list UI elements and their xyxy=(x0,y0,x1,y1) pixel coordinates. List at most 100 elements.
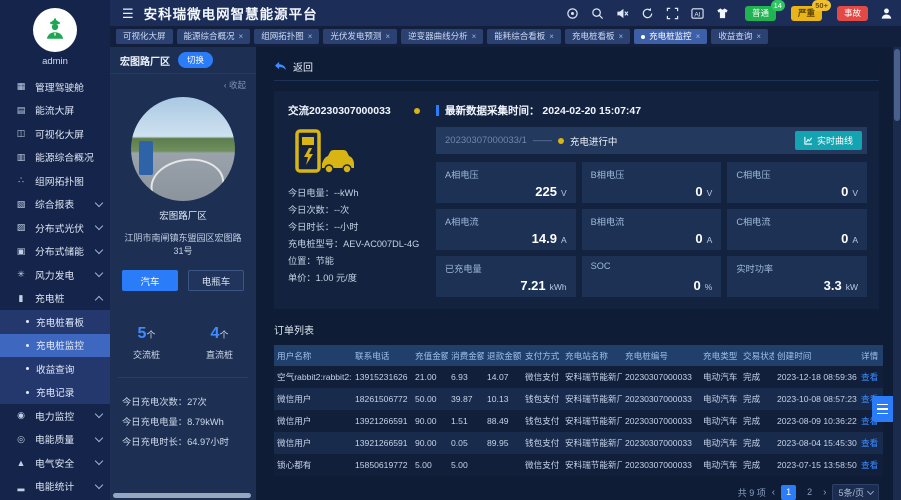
charging-submenu: 充电桩看板 充电桩监控 收益查询 充电记录 xyxy=(0,310,110,404)
close-icon[interactable]: × xyxy=(385,29,390,44)
mute-icon[interactable] xyxy=(616,6,630,20)
hamburger-menu-icon[interactable]: ☰ xyxy=(122,7,134,20)
submenu-charging-records[interactable]: 充电记录 xyxy=(0,381,110,405)
accent-bar xyxy=(436,105,439,116)
chevron-down-icon xyxy=(95,410,103,418)
page-size-select[interactable]: 5条/页 xyxy=(832,484,879,500)
tab-pv-forecast[interactable]: 光伏发电预测× xyxy=(323,29,397,44)
sidebar-item-visual-screen[interactable]: ◫可视化大屏 xyxy=(0,122,110,146)
horizontal-scrollbar[interactable] xyxy=(113,493,251,498)
close-icon[interactable]: × xyxy=(239,29,244,44)
collapse-panel-button[interactable]: ‹ 收起 xyxy=(110,74,256,93)
alarm-badge-severe[interactable]: 严重50+ xyxy=(791,6,822,21)
submenu-income-query[interactable]: 收益查询 xyxy=(0,357,110,381)
vehicle-tab-car[interactable]: 汽车 xyxy=(122,270,178,291)
close-icon[interactable]: × xyxy=(696,29,701,44)
sidebar-item-charging[interactable]: ▮充电桩 xyxy=(0,287,110,311)
search-icon[interactable] xyxy=(591,6,605,20)
station-header: 宏图路厂区 切换 xyxy=(110,47,256,74)
tab-topology[interactable]: 组网拓扑图× xyxy=(254,29,319,44)
next-page-button[interactable]: › xyxy=(823,487,826,498)
gun-code: 20230307000033/1 xyxy=(445,135,527,146)
top-header: ☰ 安科瑞微电网智慧能源平台 AI 普通14 严重50+ 事故 xyxy=(110,0,901,26)
sidebar-nav: ▦管理驾驶舱 ▤能流大屏 ◫可视化大屏 ▥能源综合概况 ∴组网拓扑图 ▧综合报表… xyxy=(0,75,110,498)
battery-icon: ▣ xyxy=(14,246,28,257)
submenu-charging-monitor[interactable]: 充电桩监控 xyxy=(0,334,110,358)
tab-income-query[interactable]: 收益查询× xyxy=(711,29,768,44)
pile-location: 位置：节能 xyxy=(288,253,420,270)
pv-icon: ▨ xyxy=(14,222,28,233)
tab-energy-overview[interactable]: 能源综合概况× xyxy=(177,29,251,44)
header-actions: AI 普通14 严重50+ 事故 xyxy=(566,6,893,21)
prev-page-button[interactable]: ‹ xyxy=(772,487,775,498)
pagination-total: 共 9 项 xyxy=(738,486,766,499)
side-drawer-toggle-button[interactable] xyxy=(872,396,893,422)
power-icon: ◉ xyxy=(14,410,28,421)
gun-status: 充电进行中 xyxy=(570,134,618,148)
user-profile: admin xyxy=(0,0,110,67)
sidebar-item-storage[interactable]: ▣分布式储能 xyxy=(0,240,110,264)
gun-status-bar: 20230307000033/1 —— 充电进行中 实时曲线 xyxy=(436,127,867,154)
chevron-down-icon xyxy=(95,434,103,442)
sidebar-item-wind[interactable]: ✳风力发电 xyxy=(0,263,110,287)
table-row: 锁心都有158506197725.005.00微信支付安科瑞节能新厂202303… xyxy=(274,454,883,476)
chevron-down-icon xyxy=(95,481,103,489)
fullscreen-icon[interactable] xyxy=(666,6,680,20)
tab-energy-board[interactable]: 能耗综合看板× xyxy=(487,29,561,44)
page-2-button[interactable]: 2 xyxy=(802,485,817,500)
alarm-badge-accident[interactable]: 事故 xyxy=(837,6,868,21)
metric-voltage-b: B相电压0V xyxy=(582,162,722,203)
close-icon[interactable]: × xyxy=(472,29,477,44)
close-icon[interactable]: × xyxy=(756,29,761,44)
close-icon[interactable]: × xyxy=(618,29,623,44)
bullet-icon xyxy=(26,320,29,323)
user-icon[interactable] xyxy=(879,6,893,20)
sidebar-item-electrical-safety[interactable]: ▲电气安全 xyxy=(0,451,110,475)
back-button[interactable]: 返回 xyxy=(274,53,879,81)
sidebar-item-energy-flow[interactable]: ▤能流大屏 xyxy=(0,99,110,123)
view-detail-link[interactable]: 查看 xyxy=(861,438,878,448)
tab-charging-monitor[interactable]: 充电桩监控× xyxy=(634,29,707,44)
sidebar-item-dashboard[interactable]: ▦管理驾驶舱 xyxy=(0,75,110,99)
today-times: 今日次数：--次 xyxy=(288,202,420,219)
wind-icon: ✳ xyxy=(14,269,28,280)
sidebar-item-reports[interactable]: ▧综合报表 xyxy=(0,193,110,217)
sidebar-item-power-quality[interactable]: ◎电能质量 xyxy=(0,428,110,452)
tab-visual-screen[interactable]: 可视化大屏 xyxy=(116,29,173,44)
table-row: 微信用户1826150677250.0039.8710.13钱包支付安科瑞节能新… xyxy=(274,388,883,410)
theme-shirt-icon[interactable] xyxy=(716,6,730,20)
vertical-scrollbar[interactable] xyxy=(893,47,901,500)
realtime-curve-button[interactable]: 实时曲线 xyxy=(795,131,862,150)
submenu-charging-board[interactable]: 充电桩看板 xyxy=(0,310,110,334)
ai-icon[interactable]: AI xyxy=(691,6,705,20)
sidebar-item-pv[interactable]: ▨分布式光伏 xyxy=(0,216,110,240)
close-icon[interactable]: × xyxy=(549,29,554,44)
refresh-icon[interactable] xyxy=(641,6,655,20)
metric-voltage-c: C相电压0V xyxy=(727,162,867,203)
chevron-down-icon xyxy=(95,222,103,230)
svg-text:AI: AI xyxy=(695,11,701,18)
tab-inverter-curve[interactable]: 逆变器曲线分析× xyxy=(401,29,483,44)
avatar[interactable] xyxy=(33,8,77,52)
sidebar-item-energy-stats[interactable]: ▂电能统计 xyxy=(0,475,110,499)
sidebar-item-energy-overview[interactable]: ▥能源综合概况 xyxy=(0,146,110,170)
alarm-badge-normal[interactable]: 普通14 xyxy=(745,6,776,21)
view-detail-link[interactable]: 查看 xyxy=(861,372,878,382)
target-icon[interactable] xyxy=(566,6,580,20)
sidebar: admin ▦管理驾驶舱 ▤能流大屏 ◫可视化大屏 ▥能源综合概况 ∴组网拓扑图… xyxy=(0,0,110,500)
close-icon[interactable]: × xyxy=(308,29,313,44)
page-1-button[interactable]: 1 xyxy=(781,485,796,500)
today-charge-energy: 今日充电电量：8.79kWh xyxy=(122,412,244,432)
scrollbar-thumb[interactable] xyxy=(894,49,900,121)
switch-station-button[interactable]: 切换 xyxy=(178,52,213,68)
view-detail-link[interactable]: 查看 xyxy=(861,460,878,470)
metrics-grid: A相电压225V B相电压0V C相电压0V A相电流14.9A B相电流0A … xyxy=(436,162,867,297)
topology-icon: ∴ xyxy=(14,175,28,186)
tab-charging-board[interactable]: 充电桩看板× xyxy=(565,29,630,44)
sidebar-item-topology[interactable]: ∴组网拓扑图 xyxy=(0,169,110,193)
sidebar-item-power-monitor[interactable]: ◉电力监控 xyxy=(0,404,110,428)
today-duration: 今日时长：--小时 xyxy=(288,219,420,236)
tab-bar: 可视化大屏 能源综合概况× 组网拓扑图× 光伏发电预测× 逆变器曲线分析× 能耗… xyxy=(110,26,901,47)
vehicle-tab-ebike[interactable]: 电瓶车 xyxy=(188,270,244,291)
dash: —— xyxy=(533,135,552,146)
